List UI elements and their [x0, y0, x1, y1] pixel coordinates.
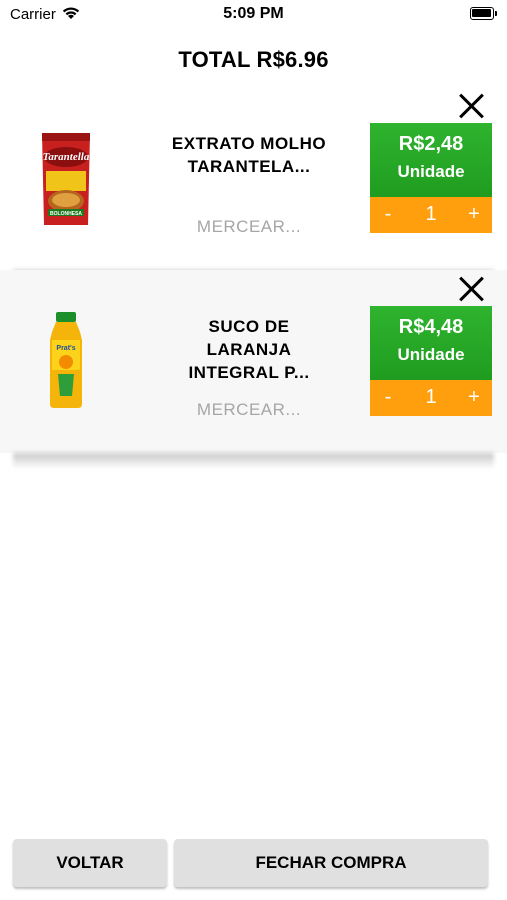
price-unit: Unidade [397, 345, 465, 364]
quantity-value: 1 [425, 386, 437, 408]
cart-total: TOTAL R$6.96 [178, 47, 329, 72]
product-name: EXTRATO MOLHO TARANTELA... [171, 134, 327, 176]
product-category: MERCEAR... [196, 400, 302, 419]
status-time: 5:09 PM [223, 5, 284, 22]
product-category: MERCEAR... [196, 217, 302, 236]
cart-item: Prat's SUCO DE LARANJA INTEGRAL P... MER… [0, 270, 507, 469]
cart-item: Tarantella BOLONHESA EXTRATO MOLHO TARAN… [0, 87, 507, 286]
price-value: R$2,48 [398, 133, 464, 155]
decrease-quantity-button[interactable]: - [378, 386, 398, 409]
price-tag: R$2,48 Unidade [370, 123, 492, 197]
increase-quantity-button[interactable]: + [463, 386, 485, 409]
price-tag: R$4,48 Unidade [370, 306, 492, 380]
decrease-quantity-button[interactable]: - [378, 203, 398, 226]
product-image-orange-juice: Prat's [50, 312, 82, 408]
item-divider-shadow [13, 453, 494, 469]
product-brand-text: Tarantella [43, 151, 90, 163]
product-name: SUCO DE LARANJA INTEGRAL P... [188, 317, 310, 382]
product-variant-text: BOLONHESA [50, 211, 82, 217]
quantity-stepper: - 1 + [370, 380, 492, 416]
quantity-value: 1 [425, 203, 437, 225]
increase-quantity-button[interactable]: + [463, 203, 485, 226]
product-image-tomato-sauce: Tarantella BOLONHESA [42, 133, 90, 225]
price-unit: Unidade [397, 162, 465, 181]
status-bar: Carrier 5:09 PM [0, 0, 507, 28]
battery-icon [470, 7, 497, 20]
price-value: R$4,48 [398, 316, 464, 338]
remove-item-button[interactable] [457, 275, 485, 303]
quantity-stepper: - 1 + [370, 197, 492, 233]
back-button[interactable]: VOLTAR [13, 839, 167, 887]
remove-item-button[interactable] [457, 92, 485, 120]
checkout-button[interactable]: FECHAR COMPRA [174, 839, 488, 887]
product-brand-text: Prat's [56, 345, 75, 352]
